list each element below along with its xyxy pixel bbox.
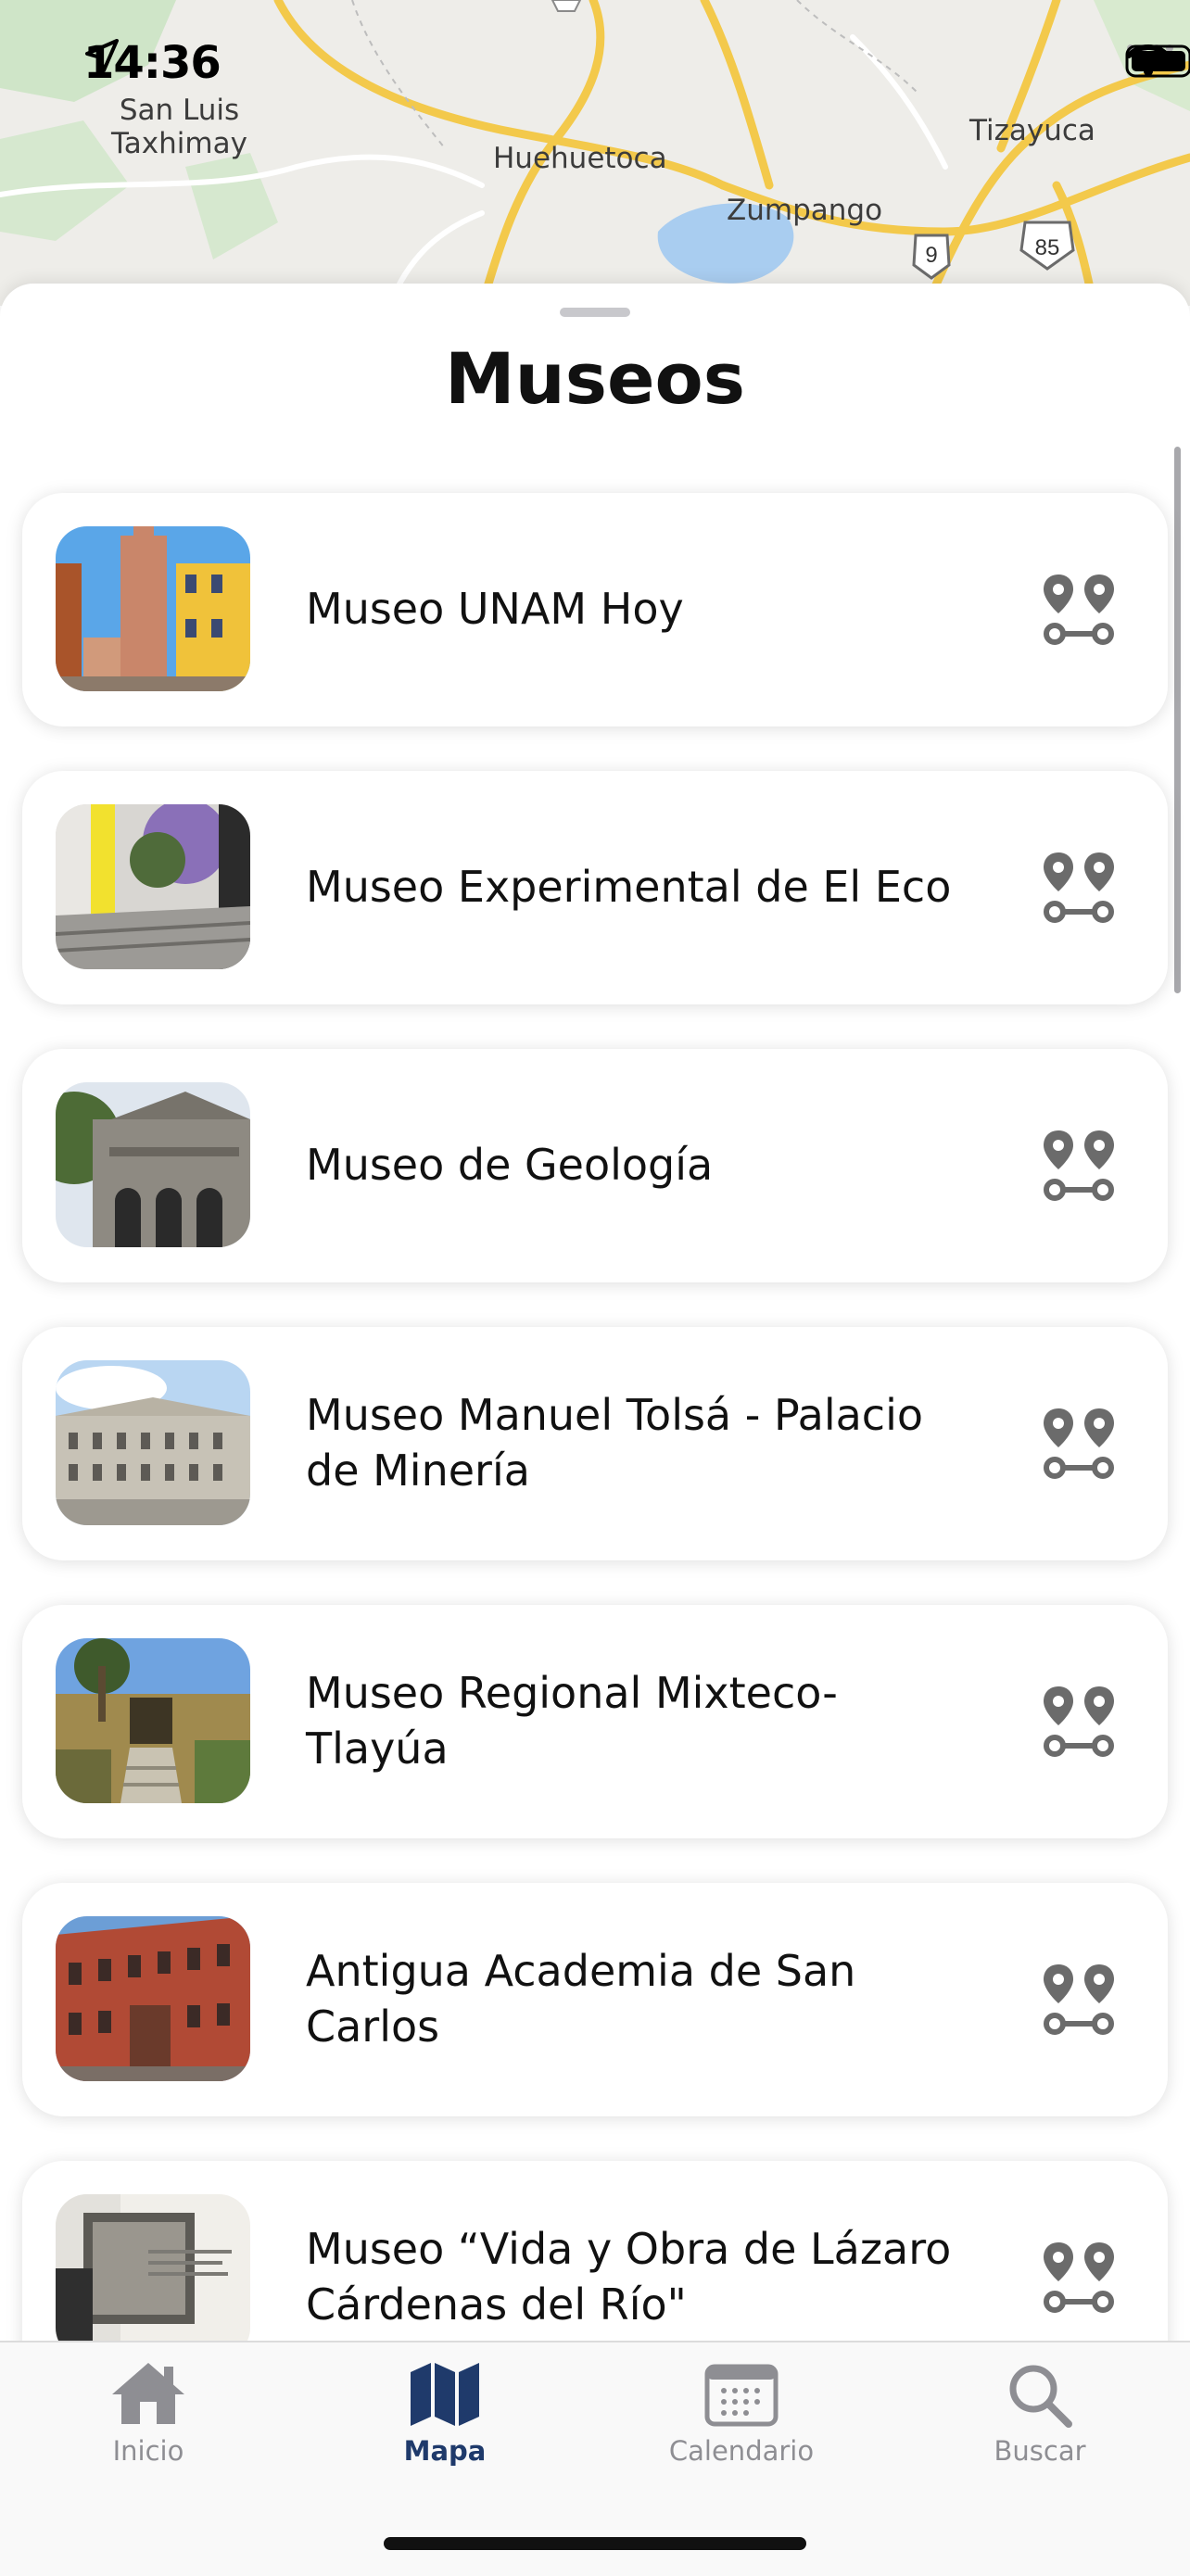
museum-title: Museo Experimental de El Eco xyxy=(306,862,952,913)
calendar-icon xyxy=(704,2364,779,2427)
route-shield-9-text: 9 xyxy=(925,243,937,268)
tab-label: Inicio xyxy=(112,2435,184,2467)
museum-thumbnail xyxy=(56,1916,250,2081)
map-label-san-luis: San Luis Taxhimay xyxy=(111,94,247,160)
route-icon[interactable] xyxy=(1040,1127,1118,1205)
museum-title: Museo UNAM Hoy xyxy=(306,584,684,635)
museum-title: Antigua Academia de San Carlos xyxy=(306,1946,856,2052)
tab-inicio[interactable]: Inicio xyxy=(46,2359,250,2467)
museum-card-geologia[interactable]: Museo de Geología xyxy=(22,1049,1168,1282)
map-background[interactable]: 9 85 San Luis Taxhimay Huehuetoca Tizayu… xyxy=(0,0,1190,306)
museum-thumbnail xyxy=(56,1638,250,1803)
tab-mapa[interactable]: Mapa xyxy=(343,2359,547,2467)
sheet-grabber[interactable] xyxy=(560,308,630,317)
sheet-title: Museos xyxy=(445,337,745,420)
museum-thumbnail xyxy=(56,804,250,969)
route-icon[interactable] xyxy=(1040,1405,1118,1483)
museum-thumbnail xyxy=(56,526,250,691)
route-icon[interactable] xyxy=(1040,2239,1118,2317)
tab-label: Calendario xyxy=(668,2435,815,2467)
map-label-zumpango: Zumpango xyxy=(727,194,883,227)
route-icon[interactable] xyxy=(1040,849,1118,927)
museums-sheet: Museos Museo UNAM Hoy Museo Experimental… xyxy=(0,284,1190,2574)
route-icon[interactable] xyxy=(1040,1683,1118,1761)
museum-thumbnail xyxy=(56,1360,250,1525)
location-arrow-icon xyxy=(85,39,119,72)
map-icon xyxy=(411,2363,479,2426)
museum-card-el-eco[interactable]: Museo Experimental de El Eco xyxy=(22,771,1168,1004)
route-icon[interactable] xyxy=(1040,571,1118,649)
museum-thumbnail xyxy=(56,1082,250,1247)
battery-icon xyxy=(1125,44,1190,78)
museum-title: Museo Regional Mixteco-Tlayúa xyxy=(306,1668,838,1774)
route-shield-85-text: 85 xyxy=(1035,235,1060,260)
scrollbar[interactable] xyxy=(1174,447,1181,993)
museum-card-mineria[interactable]: Museo Manuel Tolsá - Palacio de Minería xyxy=(22,1327,1168,1560)
tab-buscar[interactable]: Buscar xyxy=(938,2359,1142,2467)
map-label-tizayuca: Tizayuca xyxy=(969,114,1095,147)
status-time: 14:36 xyxy=(83,37,222,89)
route-icon[interactable] xyxy=(1040,1961,1118,2039)
map-label-huehuetoca: Huehuetoca xyxy=(493,142,667,175)
home-icon xyxy=(112,2363,184,2424)
tab-label: Buscar xyxy=(994,2435,1086,2467)
tab-calendario[interactable]: Calendario xyxy=(639,2359,843,2467)
museum-title: Museo de Geología xyxy=(306,1140,714,1191)
museum-thumbnail xyxy=(56,2194,250,2359)
museum-card-unam-hoy[interactable]: Museo UNAM Hoy xyxy=(22,493,1168,726)
tab-label: Mapa xyxy=(403,2435,487,2467)
museum-title: Museo Manuel Tolsá - Palacio de Minería xyxy=(306,1390,924,1496)
search-icon xyxy=(1009,2365,1072,2428)
museum-card-san-carlos[interactable]: Antigua Academia de San Carlos xyxy=(22,1883,1168,2116)
museum-card-mixteco[interactable]: Museo Regional Mixteco-Tlayúa xyxy=(22,1605,1168,1838)
home-indicator[interactable] xyxy=(384,2537,806,2550)
